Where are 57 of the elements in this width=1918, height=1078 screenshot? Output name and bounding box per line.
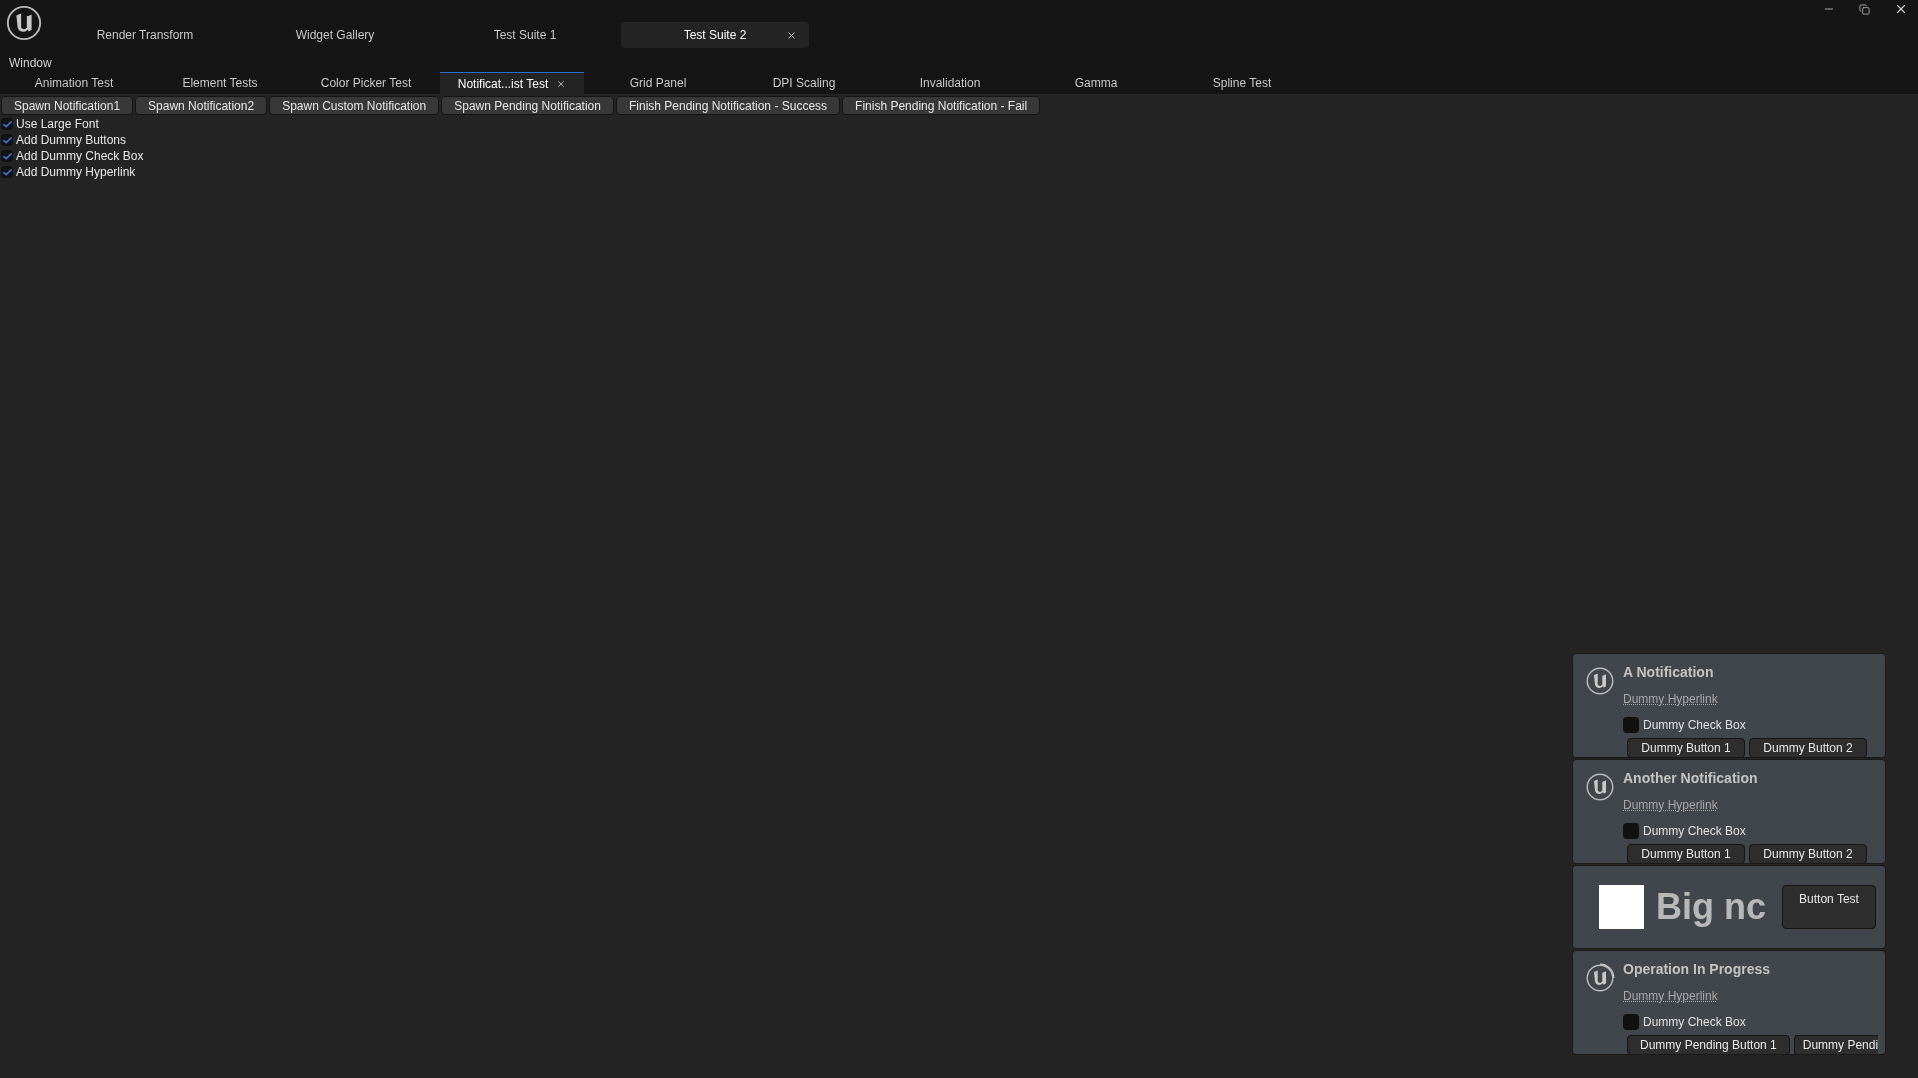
- logo-icon: [5, 4, 43, 42]
- close-icon[interactable]: [1894, 2, 1908, 16]
- checkbox[interactable]: [1623, 823, 1639, 839]
- dummy-hyperlink[interactable]: Dummy Hyperlink: [1623, 690, 1718, 708]
- action-button[interactable]: Spawn Custom Notification: [269, 96, 440, 115]
- logo-icon: [1585, 772, 1615, 802]
- notification-title: Operation In Progress: [1623, 960, 1772, 979]
- checkbox[interactable]: [1, 150, 13, 162]
- menu-item[interactable]: Window: [9, 54, 52, 72]
- document-tab[interactable]: Test Suite 2: [621, 22, 809, 48]
- test-tab[interactable]: DPI Scaling: [732, 72, 876, 94]
- option-label: Add Dummy Buttons: [16, 132, 127, 149]
- notification-image: [1599, 885, 1644, 929]
- close-icon[interactable]: [556, 78, 567, 89]
- checkbox-label: Dummy Check Box: [1643, 1014, 1746, 1031]
- restore-icon[interactable]: [1859, 3, 1870, 15]
- dummy-hyperlink[interactable]: Dummy Hyperlink: [1623, 796, 1718, 814]
- test-tab[interactable]: Color Picker Test: [294, 72, 438, 94]
- checkbox-label: Dummy Check Box: [1643, 823, 1746, 840]
- dummy-button[interactable]: Dummy Pending Button 1: [1627, 1035, 1790, 1054]
- test-tab[interactable]: Gamma: [1024, 72, 1168, 94]
- dummy-button[interactable]: Dummy Pendi: [1793, 1035, 1879, 1054]
- checkbox-label: Dummy Check Box: [1643, 717, 1746, 734]
- test-tab[interactable]: Element Tests: [148, 72, 292, 94]
- logo-icon: [1585, 963, 1615, 993]
- notification-title: A Notification: [1623, 663, 1715, 682]
- checkbox[interactable]: [1, 134, 13, 146]
- test-tab[interactable]: Grid Panel: [586, 72, 730, 94]
- logo-icon: [1585, 666, 1615, 696]
- option-label: Add Dummy Check Box: [16, 148, 144, 165]
- action-button[interactable]: Spawn Notification2: [135, 96, 268, 115]
- notification-title: Another Notification: [1623, 769, 1759, 788]
- document-tab[interactable]: Widget Gallery: [241, 22, 429, 48]
- dummy-button[interactable]: Dummy Button 2: [1749, 844, 1867, 863]
- action-button[interactable]: Finish Pending Notification - Success: [615, 96, 841, 115]
- test-tab[interactable]: Animation Test: [2, 72, 146, 94]
- test-tab[interactable]: Notificat...ist Test: [440, 72, 584, 94]
- document-tab[interactable]: Render Transform: [51, 22, 239, 48]
- dummy-hyperlink[interactable]: Dummy Hyperlink: [1623, 987, 1718, 1005]
- action-button[interactable]: Finish Pending Notification - Fail: [842, 96, 1041, 115]
- test-tab[interactable]: Spline Test: [1170, 72, 1314, 94]
- document-tab[interactable]: Test Suite 1: [431, 22, 619, 48]
- big-notification-text: Big nc: [1656, 889, 1766, 925]
- action-button[interactable]: Spawn Notification1: [1, 96, 134, 115]
- action-button[interactable]: Spawn Pending Notification: [441, 96, 614, 115]
- close-icon[interactable]: [786, 29, 797, 41]
- test-tab[interactable]: Invalidation: [878, 72, 1022, 94]
- dummy-button[interactable]: Dummy Button 1: [1627, 738, 1745, 757]
- checkbox[interactable]: [1623, 717, 1639, 733]
- checkbox[interactable]: [1623, 1014, 1639, 1030]
- option-label: Use Large Font: [16, 116, 99, 133]
- checkbox[interactable]: [1, 118, 13, 130]
- test-button[interactable]: Button Test: [1782, 885, 1876, 929]
- checkbox[interactable]: [1, 166, 13, 178]
- dummy-button[interactable]: Dummy Button 1: [1627, 844, 1745, 863]
- option-label: Add Dummy Hyperlink: [16, 164, 136, 181]
- dummy-button[interactable]: Dummy Button 2: [1749, 738, 1867, 757]
